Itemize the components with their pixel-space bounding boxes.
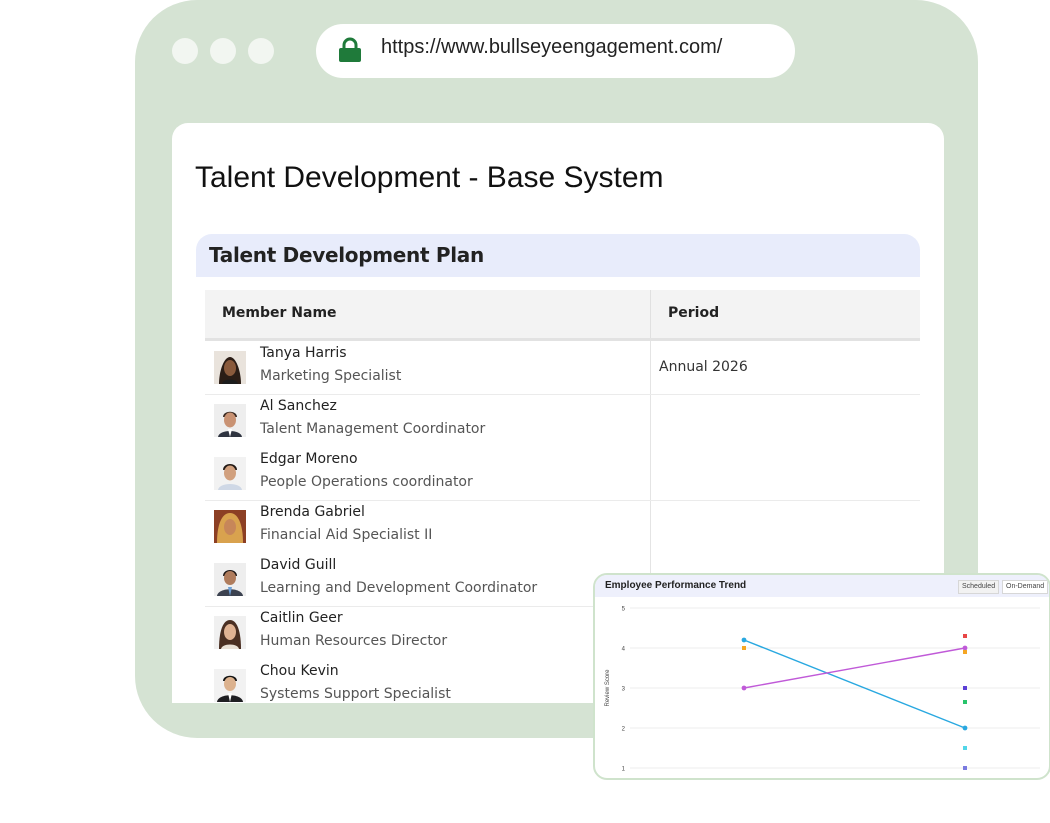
series-point	[962, 725, 968, 731]
avatar	[214, 404, 246, 437]
y-tick-label: 5	[622, 607, 626, 613]
performance-trend-chart: 1 2 3 4 5 Review Score	[605, 607, 1040, 773]
y-tick-label: 3	[622, 687, 626, 693]
address-bar[interactable]: https://www.bullseyeengagement.com/	[316, 24, 795, 78]
avatar	[214, 510, 246, 543]
data-marker	[742, 646, 746, 650]
table-row[interactable]: Al Sanchez Talent Management Coordinator	[205, 394, 920, 447]
avatar	[214, 563, 246, 596]
window-control-dot[interactable]	[210, 38, 236, 64]
member-name[interactable]: Edgar Moreno	[260, 451, 358, 467]
member-role: People Operations coordinator	[260, 474, 473, 490]
series-line	[743, 639, 966, 729]
member-role: Human Resources Director	[260, 633, 448, 649]
plan-header: Talent Development Plan	[196, 234, 920, 277]
member-name[interactable]: Caitlin Geer	[260, 610, 343, 626]
member-name[interactable]: Tanya Harris	[260, 345, 347, 361]
tab-scheduled[interactable]: Scheduled	[958, 580, 1000, 594]
table-header: Member Name Period	[205, 290, 920, 341]
column-header-period[interactable]: Period	[668, 305, 719, 321]
data-marker	[963, 700, 967, 704]
member-name[interactable]: David Guill	[260, 557, 336, 573]
data-marker	[963, 686, 967, 690]
series-point	[741, 685, 747, 691]
chart-title: Employee Performance Trend	[605, 580, 747, 591]
page-title: Talent Development - Base System	[195, 161, 664, 194]
member-name[interactable]: Al Sanchez	[260, 398, 337, 414]
lock-icon	[339, 37, 361, 62]
data-marker	[963, 746, 967, 750]
member-role: Systems Support Specialist	[260, 686, 451, 702]
y-axis-label: Review Score	[605, 669, 611, 707]
avatar	[214, 669, 246, 702]
performance-chart-card: Employee Performance Trend Scheduled On-…	[593, 573, 1050, 780]
member-role: Marketing Specialist	[260, 368, 402, 384]
table-row[interactable]: Tanya Harris Marketing Specialist Annual…	[205, 341, 920, 394]
column-header-member-name[interactable]: Member Name	[222, 305, 337, 321]
member-role: Financial Aid Specialist II	[260, 527, 433, 543]
member-role: Learning and Development Coordinator	[260, 580, 538, 596]
avatar	[214, 351, 246, 384]
table-row[interactable]: Edgar Moreno People Operations coordinat…	[205, 447, 920, 500]
data-marker	[963, 766, 967, 770]
series-point	[962, 645, 968, 651]
avatar	[214, 616, 246, 649]
window-control-dot[interactable]	[172, 38, 198, 64]
y-tick-label: 4	[622, 647, 626, 653]
table-row[interactable]: Brenda Gabriel Financial Aid Specialist …	[205, 500, 920, 553]
period-value: Annual 2026	[659, 359, 748, 375]
member-name[interactable]: Chou Kevin	[260, 663, 339, 679]
member-name[interactable]: Brenda Gabriel	[260, 504, 365, 520]
url-text[interactable]: https://www.bullseyeengagement.com/	[381, 36, 722, 59]
column-divider	[650, 290, 651, 338]
plan-title: Talent Development Plan	[209, 243, 484, 267]
avatar	[214, 457, 246, 490]
series-point	[741, 637, 747, 643]
chart-header: Employee Performance Trend Scheduled On-…	[595, 575, 1049, 597]
member-role: Talent Management Coordinator	[260, 421, 486, 437]
series-line	[743, 647, 966, 689]
y-tick-label: 1	[622, 767, 626, 773]
y-tick-label: 2	[622, 727, 626, 733]
tab-on-demand[interactable]: On-Demand	[1002, 580, 1049, 594]
data-marker	[963, 634, 967, 638]
data-marker	[963, 650, 967, 654]
window-control-dot[interactable]	[248, 38, 274, 64]
